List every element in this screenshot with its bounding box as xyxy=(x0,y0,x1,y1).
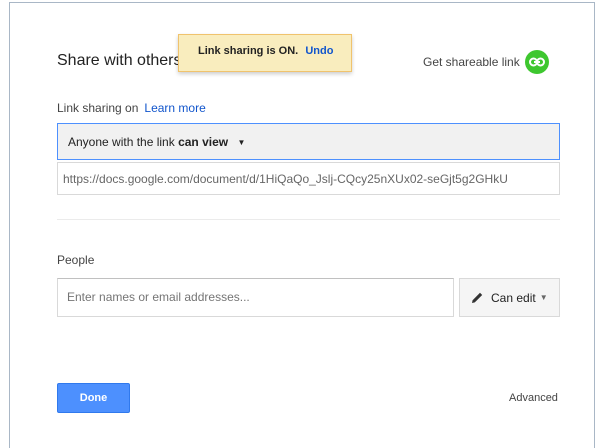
caret-down-icon: ▼ xyxy=(237,138,246,147)
link-sharing-status: Link sharing on Learn more xyxy=(57,101,206,115)
permission-dropdown-button[interactable]: Can edit ▼ xyxy=(459,278,560,317)
link-sharing-status-text: Link sharing on xyxy=(57,101,139,115)
access-prefix: Anyone with the link xyxy=(68,135,175,149)
dialog-title: Share with others xyxy=(57,52,182,70)
access-level: can view xyxy=(178,135,229,149)
pencil-icon xyxy=(471,291,484,304)
link-access-dropdown[interactable]: Anyone with the link can view ▼ xyxy=(57,123,560,160)
share-url-field[interactable]: https://docs.google.com/document/d/1HiQa… xyxy=(57,162,560,195)
undo-link[interactable]: Undo xyxy=(305,45,333,57)
done-button[interactable]: Done xyxy=(57,383,130,413)
link-icon[interactable] xyxy=(524,50,549,74)
advanced-link[interactable]: Advanced xyxy=(509,392,558,404)
notification-toast: Link sharing is ON. Undo xyxy=(178,34,352,72)
people-input[interactable]: Enter names or email addresses... xyxy=(57,278,454,317)
permission-label: Can edit xyxy=(491,290,536,305)
caret-down-icon: ▼ xyxy=(539,293,548,302)
people-label: People xyxy=(57,253,95,267)
section-divider xyxy=(57,219,560,220)
toast-message: Link sharing is ON. xyxy=(198,45,299,57)
dialog-title-text: Share with others xyxy=(57,52,182,69)
get-shareable-link-label: Get shareable link xyxy=(423,55,520,69)
people-input-placeholder: Enter names or email addresses... xyxy=(67,290,250,304)
get-shareable-link-button[interactable]: Get shareable link xyxy=(423,50,549,74)
learn-more-link[interactable]: Learn more xyxy=(144,101,205,115)
share-url-text: https://docs.google.com/document/d/1HiQa… xyxy=(63,172,508,186)
